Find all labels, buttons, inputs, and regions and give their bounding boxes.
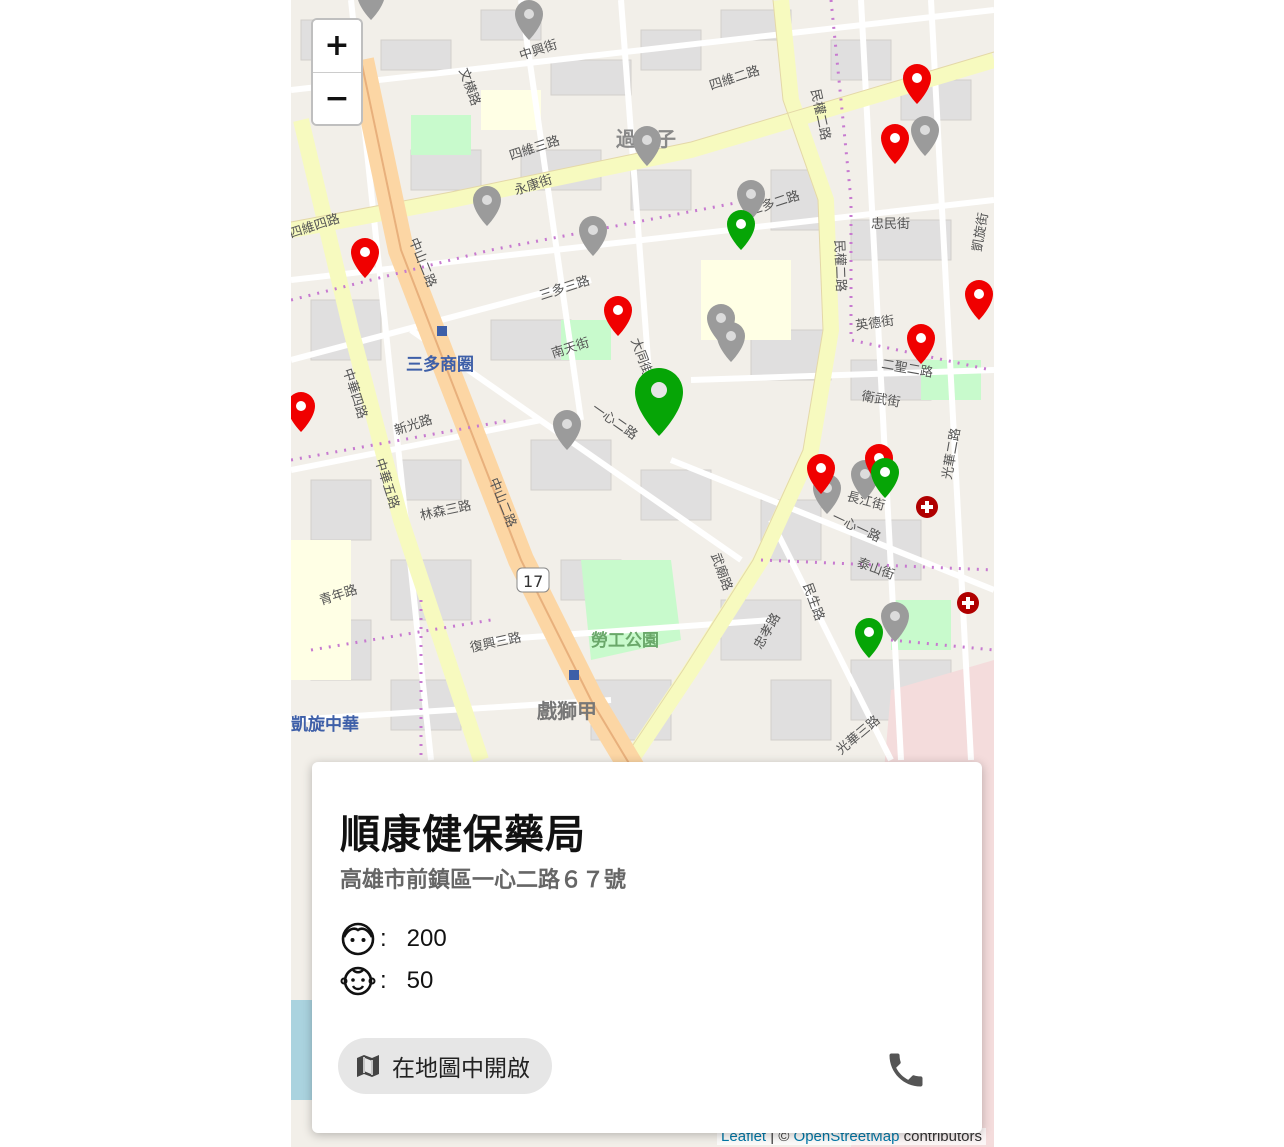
zoom-in-button[interactable]: + <box>313 20 361 72</box>
route-shield-text: 17 <box>523 572 543 591</box>
open-in-map-button[interactable]: 在地圖中開啟 <box>338 1038 552 1094</box>
hospital-icon[interactable] <box>957 592 979 614</box>
child-face-icon <box>340 966 376 996</box>
area-label: 凱旋中華 <box>291 714 359 735</box>
area-label: 戲獅甲 <box>537 699 597 723</box>
map-icon <box>357 1055 379 1077</box>
zoom-out-button[interactable]: − <box>313 73 361 124</box>
street-label: 忠民街 <box>871 217 910 232</box>
adult-mask-count: 200 <box>406 925 447 952</box>
pharmacy-name: 順康健保藥局 <box>340 812 586 858</box>
colon: : <box>380 967 387 994</box>
child-mask-count: 50 <box>406 967 434 994</box>
child-mask-count-row: : 50 <box>340 962 433 1000</box>
phone-screen: 三多商圈 勞工公園 戲獅甲 凱旋中華 過田子 17 四維四路 四維三路 四維二路… <box>291 0 994 1147</box>
adult-mask-count-row: : 200 <box>340 920 447 958</box>
face-icon <box>341 922 375 956</box>
street-label: 民權二路 <box>831 240 849 293</box>
open-in-map-label: 在地圖中開啟 <box>392 1056 530 1082</box>
area-label: 三多商圈 <box>406 354 474 375</box>
colon: : <box>380 925 387 952</box>
pharmacy-address: 高雄市前鎮區一心二路６７號 <box>340 868 627 893</box>
zoom-control: + − <box>311 18 363 126</box>
hospital-icon[interactable] <box>916 496 938 518</box>
phone-icon <box>889 1053 923 1087</box>
call-button[interactable] <box>884 1048 928 1092</box>
area-label: 勞工公園 <box>591 630 659 651</box>
pharmacy-info-card: 順康健保藥局 高雄市前鎮區一心二路６７號 : 200 : 50 在地圖中開啟 <box>312 762 982 1133</box>
